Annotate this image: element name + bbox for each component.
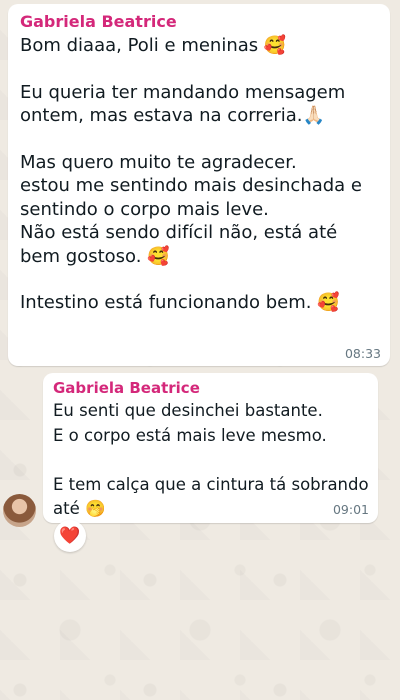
message-text: Bom diaaa, Poli e meninas 🥰 Eu queria te… xyxy=(20,35,363,314)
sender-avatar[interactable] xyxy=(3,494,36,527)
message-bubble[interactable]: Gabriela Beatrice Eu senti que desinchei… xyxy=(43,373,378,523)
message-time: 08:33 xyxy=(344,346,381,361)
message-bubble[interactable]: Gabriela Beatrice Bom diaaa, Poli e meni… xyxy=(8,4,390,366)
sender-name: Gabriela Beatrice xyxy=(20,12,177,31)
sender-name: Gabriela Beatrice xyxy=(53,379,200,397)
message-text: Eu senti que desinchei bastante. E o cor… xyxy=(53,401,369,518)
heart-reaction-icon[interactable]: ❤️ xyxy=(54,520,86,552)
message-time: 09:01 xyxy=(332,502,369,517)
